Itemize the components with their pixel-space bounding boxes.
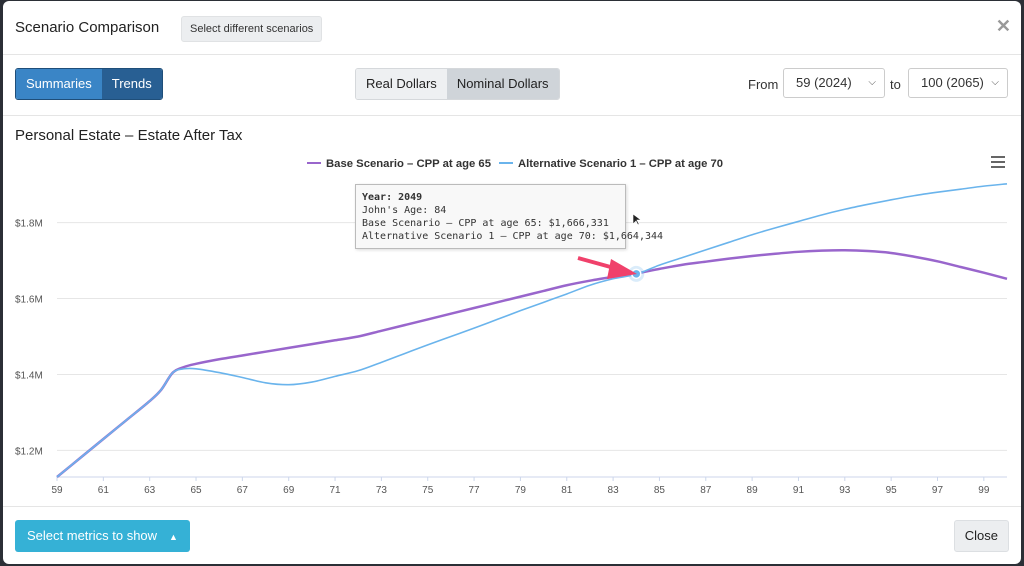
from-select[interactable]: 59 (2024) ⌵ xyxy=(783,68,885,98)
close-icon[interactable]: ✕ xyxy=(996,16,1011,37)
tab-summaries[interactable]: Summaries xyxy=(16,69,102,99)
x-tick-label: 87 xyxy=(700,485,712,496)
x-tick-label: 93 xyxy=(839,485,851,496)
nominal-dollars-button[interactable]: Nominal Dollars xyxy=(446,69,559,99)
x-tick-label: 65 xyxy=(190,485,202,496)
x-tick-label: 77 xyxy=(469,485,481,496)
x-tick-label: 83 xyxy=(608,485,620,496)
x-tick-label: 75 xyxy=(422,485,434,496)
x-tick-label: 81 xyxy=(561,485,573,496)
x-tick-label: 59 xyxy=(51,485,63,496)
x-tick-label: 73 xyxy=(376,485,388,496)
tab-trends[interactable]: Trends xyxy=(101,69,162,99)
modal-footer: Select metrics to show ▲ Close xyxy=(3,506,1021,564)
legend-label: Alternative Scenario 1 – CPP at age 70 xyxy=(518,158,723,170)
y-tick-label: $1.2M xyxy=(15,446,43,457)
x-tick-label: 71 xyxy=(329,485,341,496)
chevron-down-icon: ⌵ xyxy=(991,77,999,88)
y-tick-label: $1.4M xyxy=(15,370,43,381)
scenario-comparison-modal: Scenario Comparison Select different sce… xyxy=(3,1,1021,564)
modal-title: Scenario Comparison xyxy=(15,19,160,36)
from-select-value: 59 (2024) xyxy=(796,75,852,90)
modal-header: Scenario Comparison Select different sce… xyxy=(3,1,1021,55)
tooltip-base: Base Scenario – CPP at age 65: $1,666,33… xyxy=(362,218,609,229)
x-tick-label: 63 xyxy=(144,485,156,496)
toolbar: Summaries Trends Real Dollars Nominal Do… xyxy=(3,55,1021,115)
chart-tooltip: Year: 2049 John's Age: 84 Base Scenario … xyxy=(355,184,664,249)
caret-up-icon: ▲ xyxy=(169,532,178,542)
to-label: to xyxy=(890,77,901,92)
to-select[interactable]: 100 (2065) ⌵ xyxy=(908,68,1008,98)
select-scenarios-button[interactable]: Select different scenarios xyxy=(181,16,323,42)
from-label: From xyxy=(748,77,779,92)
view-toggle: Summaries Trends xyxy=(15,68,163,100)
x-tick-label: 85 xyxy=(654,485,666,496)
x-tick-label: 99 xyxy=(978,485,990,496)
select-metrics-button[interactable]: Select metrics to show ▲ xyxy=(15,520,190,552)
y-tick-label: $1.6M xyxy=(15,295,43,306)
tooltip-age: John's Age: 84 xyxy=(362,205,447,216)
divider xyxy=(3,115,1021,116)
x-tick-label: 69 xyxy=(283,485,295,496)
real-dollars-button[interactable]: Real Dollars xyxy=(356,69,447,99)
x-tick-label: 61 xyxy=(98,485,110,496)
chart-title: Personal Estate – Estate After Tax xyxy=(15,127,243,144)
x-tick-label: 79 xyxy=(515,485,527,496)
to-select-value: 100 (2065) xyxy=(921,75,984,90)
close-button[interactable]: Close xyxy=(953,520,1009,552)
chevron-down-icon: ⌵ xyxy=(868,77,876,88)
x-tick-label: 95 xyxy=(886,485,898,496)
y-tick-label: $1.8M xyxy=(15,219,43,230)
tooltip-year: Year: 2049 xyxy=(362,192,423,203)
x-tick-label: 91 xyxy=(793,485,805,496)
dollar-toggle: Real Dollars Nominal Dollars xyxy=(355,68,560,100)
x-tick-label: 97 xyxy=(932,485,944,496)
select-metrics-label: Select metrics to show xyxy=(27,528,158,543)
series-line-base xyxy=(56,249,1008,478)
tooltip-alt: Alternative Scenario 1 – CPP at age 70: … xyxy=(362,231,664,242)
mouse-cursor-icon xyxy=(632,213,642,226)
x-tick-label: 67 xyxy=(237,485,249,496)
x-tick-label: 89 xyxy=(747,485,759,496)
legend-label: Base Scenario – CPP at age 65 xyxy=(326,158,491,170)
